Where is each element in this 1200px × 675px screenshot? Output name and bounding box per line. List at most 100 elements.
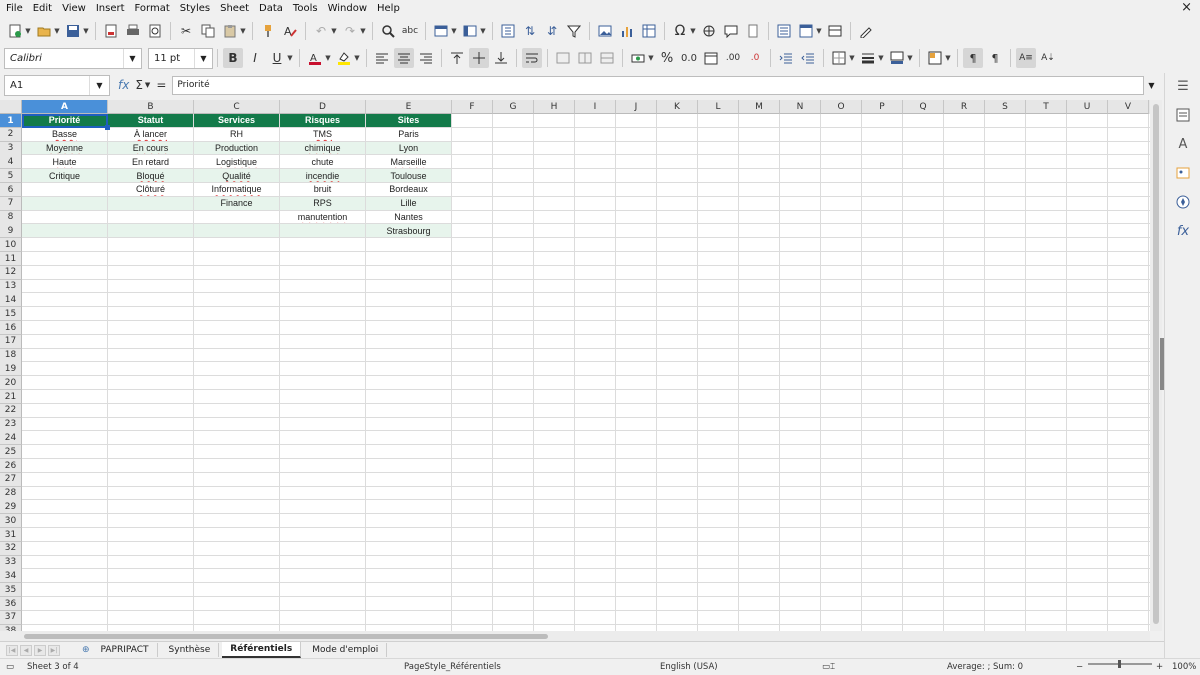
underline-dropdown-icon[interactable]: ▼ <box>286 48 294 68</box>
table-cell[interactable]: Toulouse <box>366 169 451 182</box>
headers-footers-icon[interactable] <box>743 21 763 41</box>
cut-icon[interactable]: ✂ <box>176 21 196 41</box>
table-cell[interactable] <box>22 211 107 224</box>
page-style[interactable]: PageStyle_Référentiels <box>404 662 501 672</box>
zoom-out-icon[interactable]: − <box>1076 662 1083 672</box>
chevron-down-icon[interactable]: ▼ <box>194 48 212 68</box>
underline-icon[interactable]: U <box>267 48 287 68</box>
date-format-icon[interactable] <box>701 48 721 68</box>
next-sheet-icon[interactable]: ▶ <box>34 644 46 656</box>
zoom-slider[interactable] <box>1088 660 1152 668</box>
merge-center-icon[interactable] <box>553 48 573 68</box>
sort-ascending-icon[interactable]: ⇅ <box>520 21 540 41</box>
new-document-icon[interactable] <box>5 21 25 41</box>
table-cell[interactable]: Bordeaux <box>366 183 451 196</box>
percent-format-icon[interactable]: % <box>657 48 677 68</box>
row-header-2[interactable]: 2 <box>0 127 22 142</box>
sheet-tab[interactable]: Mode d'emploi <box>304 643 388 657</box>
special-character-icon[interactable]: Ω <box>670 21 690 41</box>
sum-dropdown-icon[interactable]: ▼ <box>145 81 150 89</box>
conditional-format-icon[interactable] <box>925 48 945 68</box>
row-header-29[interactable]: 29 <box>0 500 22 515</box>
clone-formatting-icon[interactable] <box>258 21 278 41</box>
table-cell[interactable] <box>108 211 193 224</box>
clear-formatting-icon[interactable]: A <box>280 21 300 41</box>
export-pdf-icon[interactable] <box>101 21 121 41</box>
find-replace-icon[interactable] <box>378 21 398 41</box>
delete-decimal-icon[interactable]: .0 <box>745 48 765 68</box>
formula-input[interactable]: Priorité <box>172 75 1145 95</box>
italic-icon[interactable]: I <box>245 48 265 68</box>
table-cell[interactable]: Moyenne <box>22 141 107 155</box>
row-header-5[interactable]: 5 <box>0 169 22 184</box>
spreadsheet-grid[interactable]: ABCDEFGHIJKLMNOPQRSTUV 1 2 3 4 5 6 7 8 9 10 11 12 13… <box>0 100 1150 631</box>
table-cell[interactable]: Strasbourg <box>366 224 451 238</box>
table-cell[interactable]: À lancer <box>108 128 193 141</box>
table-cell[interactable]: Qualité <box>194 169 279 182</box>
zoom-slider-knob[interactable] <box>1118 660 1121 668</box>
function-wizard-icon[interactable]: fx <box>118 78 129 92</box>
row-header-12[interactable]: 12 <box>0 265 22 280</box>
table-cell[interactable]: Clôturé <box>108 183 193 196</box>
column-header-b[interactable]: B <box>108 100 194 114</box>
table-cell[interactable]: Nantes <box>366 211 451 224</box>
column-header-u[interactable]: U <box>1067 100 1108 114</box>
column-icon[interactable] <box>460 21 480 41</box>
table-cell[interactable]: Marseille <box>366 155 451 168</box>
row-header-17[interactable]: 17 <box>0 334 22 349</box>
first-sheet-icon[interactable]: |◀ <box>6 644 18 656</box>
row-header-6[interactable]: 6 <box>0 183 22 197</box>
last-sheet-icon[interactable]: ▶| <box>48 644 60 656</box>
border-color-dropdown-icon[interactable]: ▼ <box>906 48 914 68</box>
add-decimal-icon[interactable]: .00 <box>723 48 743 68</box>
menu-insert[interactable]: Insert <box>96 3 125 14</box>
align-center-icon[interactable] <box>394 48 414 68</box>
add-sheet-icon[interactable]: ⊕ <box>82 645 90 655</box>
redo-icon[interactable]: ↷ <box>340 21 360 41</box>
save-dropdown-icon[interactable]: ▼ <box>82 21 90 41</box>
properties-icon[interactable] <box>1173 105 1193 125</box>
align-bottom-icon[interactable] <box>491 48 511 68</box>
chevron-down-icon[interactable]: ▼ <box>89 75 109 95</box>
menu-view[interactable]: View <box>62 3 86 14</box>
center-vertically-icon[interactable] <box>469 48 489 68</box>
align-left-icon[interactable] <box>372 48 392 68</box>
column-header-e[interactable]: E <box>366 100 452 114</box>
horizontal-scrollbar[interactable] <box>0 631 1150 641</box>
table-cell[interactable]: Lille <box>366 196 451 210</box>
currency-format-icon[interactable] <box>628 48 648 68</box>
right-to-left-icon[interactable]: ¶ <box>985 48 1005 68</box>
column-header-t[interactable]: T <box>1026 100 1067 114</box>
table-cell[interactable]: Finance <box>194 196 279 210</box>
unmerge-cells-icon[interactable] <box>597 48 617 68</box>
open-folder-icon[interactable] <box>34 21 54 41</box>
text-vertical-icon[interactable]: A⇣ <box>1038 48 1058 68</box>
table-cell[interactable]: Logistique <box>194 155 279 168</box>
sheet-tab[interactable]: Synthèse <box>161 643 220 657</box>
row-header-36[interactable]: 36 <box>0 597 22 611</box>
column-header-s[interactable]: S <box>985 100 1026 114</box>
split-window-icon[interactable] <box>825 21 845 41</box>
spelling-icon[interactable]: abc <box>400 21 420 41</box>
print-icon[interactable] <box>123 21 143 41</box>
formula-equals-icon[interactable]: = <box>156 78 166 92</box>
undo-icon[interactable]: ↶ <box>311 21 331 41</box>
column-header-q[interactable]: Q <box>903 100 944 114</box>
row-header-8[interactable]: 8 <box>0 210 22 225</box>
save-icon[interactable] <box>63 21 83 41</box>
font-color-dropdown-icon[interactable]: ▼ <box>324 48 332 68</box>
font-color-icon[interactable]: A <box>305 48 325 68</box>
row-header-34[interactable]: 34 <box>0 569 22 584</box>
borders-dropdown-icon[interactable]: ▼ <box>848 48 856 68</box>
gallery-icon[interactable] <box>1173 163 1193 183</box>
pivot-table-icon[interactable] <box>639 21 659 41</box>
table-cell[interactable]: chute <box>280 155 365 168</box>
row-header-16[interactable]: 16 <box>0 321 22 335</box>
menu-format[interactable]: Format <box>135 3 170 14</box>
select-all-corner[interactable] <box>0 100 22 114</box>
sheet-tab[interactable]: PAPRIPACT <box>93 643 158 657</box>
column-header-m[interactable]: M <box>739 100 780 114</box>
redo-dropdown-icon[interactable]: ▼ <box>359 21 367 41</box>
borders-icon[interactable] <box>829 48 849 68</box>
styles-icon[interactable]: A <box>1173 134 1193 154</box>
